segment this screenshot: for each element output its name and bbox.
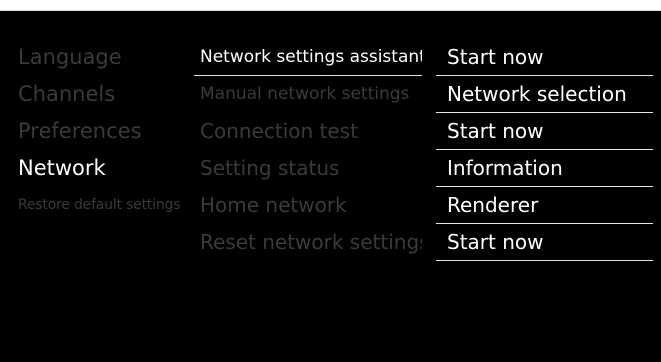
- start-now-connection-test-button[interactable]: Start now: [436, 113, 653, 150]
- network-settings-list: Network settings assistant Manual networ…: [194, 39, 422, 261]
- settings-category-list: Language Channels Preferences Network Re…: [12, 39, 182, 224]
- tv-settings-screen: Language Channels Preferences Network Re…: [0, 10, 661, 362]
- category-network[interactable]: Network: [12, 150, 182, 187]
- connection-test-item[interactable]: Connection test: [194, 113, 422, 150]
- network-settings-assistant-item[interactable]: Network settings assistant: [194, 39, 422, 76]
- home-network-item[interactable]: Home network: [194, 187, 422, 224]
- start-now-assistant-button[interactable]: Start now: [436, 39, 653, 76]
- renderer-button[interactable]: Renderer: [436, 187, 653, 224]
- reset-network-settings-item[interactable]: Reset network settings: [194, 224, 422, 261]
- manual-network-settings-item[interactable]: Manual network settings: [194, 76, 422, 113]
- start-now-reset-button[interactable]: Start now: [436, 224, 653, 261]
- information-button[interactable]: Information: [436, 150, 653, 187]
- category-preferences[interactable]: Preferences: [12, 113, 182, 150]
- setting-status-item[interactable]: Setting status: [194, 150, 422, 187]
- category-restore-default-settings[interactable]: Restore default settings: [12, 187, 182, 224]
- category-channels[interactable]: Channels: [12, 76, 182, 113]
- network-actions-list: Start now Network selection Start now In…: [436, 39, 653, 261]
- network-selection-button[interactable]: Network selection: [436, 76, 653, 113]
- category-language[interactable]: Language: [12, 39, 182, 76]
